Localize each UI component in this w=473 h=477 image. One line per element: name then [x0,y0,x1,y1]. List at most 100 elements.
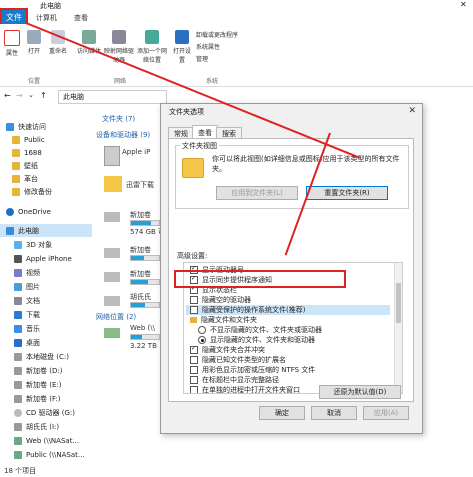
nav-item-cd-drive[interactable]: CD 驱动器 (G:) [14,406,75,419]
nav-item-drive-i[interactable]: 胡氏氏 (I:) [14,420,59,433]
section-devices[interactable]: 设备和驱动器 (9) [96,130,150,140]
folder-view-icon [182,158,204,178]
back-icon[interactable]: ← [4,91,11,100]
tab-file[interactable]: 文件 [0,8,28,26]
settings-scrollbar[interactable] [394,263,402,393]
checkbox[interactable] [190,306,198,314]
properties-button[interactable]: 属性 [2,30,22,57]
network-drive-icon [14,450,22,459]
status-bar-count: 18 个项目 [4,467,37,475]
apply-button[interactable]: 应用(A) [363,406,409,420]
nav-item-downloads[interactable]: 下载 [14,308,40,321]
setting-color-ntfs-files[interactable]: 用彩色显示加密或压缩的 NTFS 文件 [190,365,315,375]
drive-usage-bar [130,220,160,226]
close-window-icon[interactable]: ✕ [460,0,467,9]
checkbox[interactable] [190,296,198,304]
restore-defaults-button[interactable]: 还原为默认值(D) [319,385,401,399]
nav-item-apple-iphone[interactable]: Apple iPhone [14,252,72,265]
iphone-icon [104,146,120,166]
section-network[interactable]: 网络位置 (2) [96,312,136,322]
tab-view[interactable]: 查看 [74,13,88,23]
checkbox[interactable] [190,356,198,364]
folder-icon [190,317,197,323]
nav-item-wallpaper[interactable]: 壁纸 [12,159,38,172]
manage-link[interactable]: 管理 [196,54,208,63]
nav-item-web-share[interactable]: Web (\\NASat... [14,434,79,447]
document-icon [14,296,22,305]
setting-full-path-title[interactable]: 在标题栏中显示完整路径 [190,375,279,385]
item-xunlei[interactable]: 迅雷下载 [126,180,154,190]
apply-to-folders-button[interactable]: 应用到文件夹(L) [216,186,298,200]
setting-dont-show-hidden[interactable]: 不显示隐藏的文件、文件夹或驱动器 [198,325,322,335]
setting-hide-empty-drives[interactable]: 隐藏空的驱动器 [190,295,251,305]
nav-item-backup[interactable]: 修改备份 [12,185,52,198]
drive-icon [104,296,120,306]
radio-button[interactable] [198,326,206,334]
nav-item-public-share[interactable]: Public (\\NASat... [14,448,85,461]
nav-item-music[interactable]: 音乐 [14,322,40,335]
checkbox[interactable] [190,366,198,374]
checkbox[interactable] [190,346,198,354]
setting-hide-protected-os-files[interactable]: 隐藏受保护的操作系统文件(推荐) [186,305,390,315]
drive-usage-fill [131,221,151,225]
checkbox[interactable] [190,386,198,393]
scroll-thumb[interactable] [396,283,401,323]
item-drive-label[interactable]: 新加卷 [130,245,151,255]
setting-show-hidden[interactable]: 显示隐藏的文件、文件夹和驱动器 [198,335,315,345]
add-network-location-button[interactable]: 添加一个网络位置 [136,30,168,64]
uninstall-program-link[interactable]: 卸载或更改程序 [196,30,238,39]
tab-computer[interactable]: 计算机 [36,13,57,23]
nav-item-public[interactable]: Public [12,133,45,146]
cube-icon [14,240,22,249]
cancel-button[interactable]: 取消 [311,406,357,420]
item-web-share[interactable]: Web (\\ [130,324,155,332]
item-drive-label[interactable]: 新加卷 [130,210,151,220]
nav-item-desktop[interactable]: 桌面 [14,336,40,349]
reset-folders-button[interactable]: 重置文件夹(R) [306,186,388,200]
nav-item-drive-d[interactable]: 新加卷 (D:) [14,364,62,377]
nav-item-drive-c[interactable]: 本地磁盘 (C:) [14,350,69,363]
nav-item-videos[interactable]: 视频 [14,266,40,279]
folder-icon [104,176,122,192]
nav-item-this-pc[interactable]: 此电脑 [0,224,92,237]
nav-item-1688[interactable]: 1688 [12,146,42,159]
open-button[interactable]: 打开 [24,30,44,55]
setting-hide-merge-conflicts[interactable]: 隐藏文件夹合并冲突 [190,345,265,355]
drive-icon [14,352,22,361]
music-icon [14,324,22,333]
item-drive-label[interactable]: 新加卷 [130,269,151,279]
nav-item-quick-access[interactable]: 快速访问 [6,120,46,133]
section-folders[interactable]: 文件夹 (7) [102,114,135,124]
up-icon[interactable]: ↑ [40,91,47,100]
advanced-settings-label: 高级设置: [177,252,208,260]
nav-item-3d-objects[interactable]: 3D 对象 [14,238,52,251]
network-drive-icon [14,436,22,445]
checkbox[interactable] [190,376,198,384]
nav-item-onedrive[interactable]: OneDrive [6,205,51,218]
cloud-icon [6,207,14,216]
open-settings-button[interactable]: 打开设置 [172,30,192,64]
drive-usage-fill [131,256,144,260]
item-apple-iphone[interactable]: Apple iP [122,148,150,156]
nav-item-drive-f[interactable]: 新加卷 (F:) [14,392,61,405]
system-properties-link[interactable]: 系统属性 [196,42,220,51]
nav-item-documents[interactable]: 文档 [14,294,40,307]
drive-usage-fill [131,280,148,284]
setting-hide-extensions[interactable]: 隐藏已知文件类型的扩展名 [190,355,286,365]
address-input[interactable]: 此电脑 [58,90,167,104]
forward-icon[interactable]: → [16,91,23,100]
close-icon[interactable]: ✕ [408,106,416,116]
nav-item-drive-e[interactable]: 新加卷 (E:) [14,378,61,391]
ribbon: 属性 打开 重命名 访问媒体 映射网络驱动器 添加一个网络位置 打开设置 卸载或… [0,24,473,87]
radio-button[interactable] [198,336,206,344]
network-drive-icon [104,328,120,338]
setting-separate-process[interactable]: 在单独的进程中打开文件夹窗口 [190,385,300,393]
settings-icon [175,30,189,44]
ok-button[interactable]: 确定 [259,406,305,420]
item-drive-label[interactable]: 胡氏氏 [130,292,151,302]
nav-item-desk[interactable]: 革台 [12,172,38,185]
recent-dropdown-icon[interactable]: ⌄ [28,91,34,99]
star-icon [6,122,14,131]
tab-view-dialog[interactable]: 查看 [192,125,218,139]
nav-item-pictures[interactable]: 图片 [14,280,40,293]
